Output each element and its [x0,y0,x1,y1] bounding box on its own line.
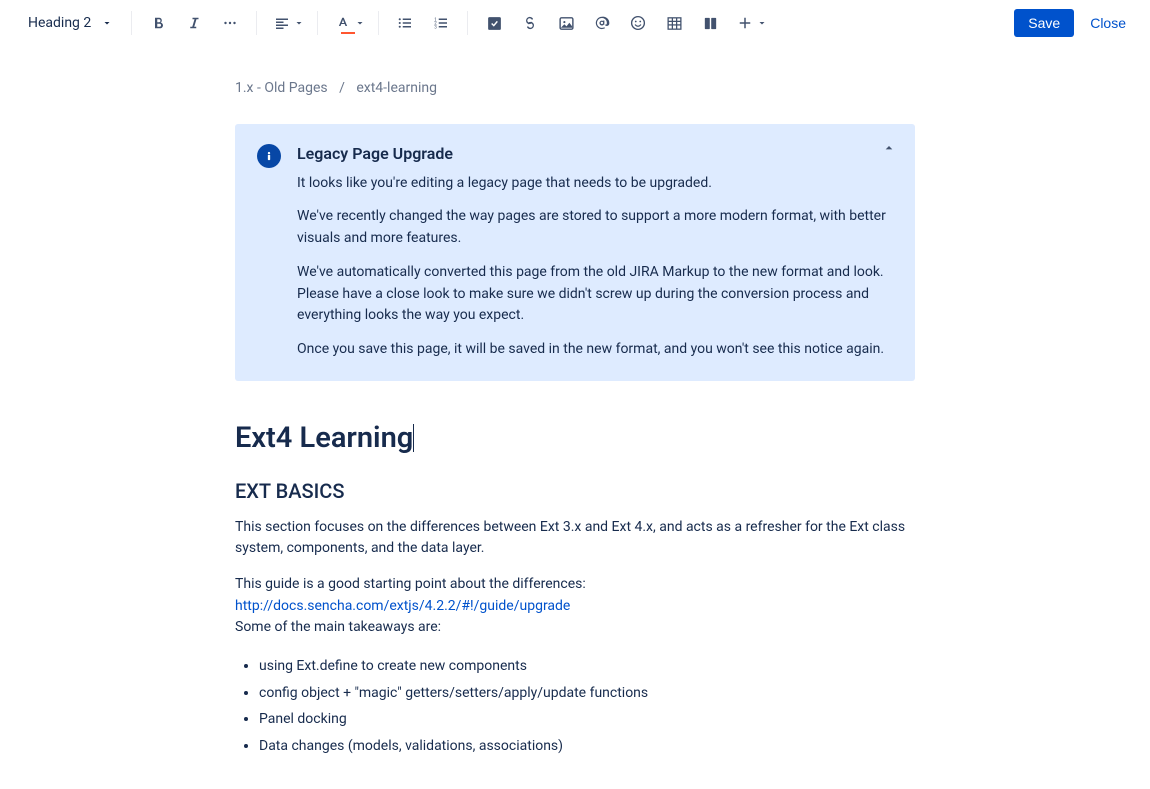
notice-paragraph: Once you save this page, it will be save… [297,339,893,361]
section-heading[interactable]: EXT BASICS [235,479,915,503]
editor-content[interactable]: 1.x - Old Pages / ext4-learning Legacy P… [235,80,915,759]
chevron-down-icon [101,17,113,29]
notice-paragraph: It looks like you're editing a legacy pa… [297,173,893,195]
text-style-label: Heading 2 [28,15,91,31]
divider [317,11,318,35]
text-color-swatch [341,32,355,34]
more-icon [221,14,239,32]
italic-icon [185,14,203,32]
page-title[interactable]: Ext4 Learning [235,421,413,455]
toolbar-left: Heading 2 123 [20,7,1010,39]
bold-button[interactable] [142,7,174,39]
list-item[interactable]: Panel docking [259,706,915,733]
legacy-upgrade-notice: Legacy Page Upgrade It looks like you're… [235,124,915,381]
breadcrumb-parent[interactable]: 1.x - Old Pages [235,80,328,96]
table-button[interactable] [658,7,690,39]
takeaways-list[interactable]: using Ext.define to create new component… [235,653,915,759]
text-style-dropdown[interactable]: Heading 2 [20,11,121,35]
notice-paragraph: We've recently changed the way pages are… [297,206,893,249]
editor-toolbar: Heading 2 123 [0,0,1150,46]
paragraph[interactable]: This section focuses on the differences … [235,517,915,560]
chevron-down-icon [293,17,305,29]
chevron-down-icon [756,17,768,29]
plus-icon [736,14,754,32]
divider [131,11,132,35]
divider [467,11,468,35]
bullet-list-button[interactable] [389,7,421,39]
list-item[interactable]: Data changes (models, validations, assoc… [259,733,915,760]
mention-button[interactable] [586,7,618,39]
text-color-dropdown[interactable] [328,7,368,39]
notice-body: Legacy Page Upgrade It looks like you're… [297,142,893,361]
emoji-button[interactable] [622,7,654,39]
divider [256,11,257,35]
breadcrumb: 1.x - Old Pages / ext4-learning [235,80,915,96]
list-item[interactable]: config object + "magic" getters/setters/… [259,680,915,707]
collapse-button[interactable] [881,140,897,160]
bullet-list-icon [396,14,414,32]
text-color-icon [334,14,352,32]
numbered-list-button[interactable]: 123 [425,7,457,39]
image-button[interactable] [550,7,582,39]
toolbar-right: Save Close [1014,9,1130,37]
guide-link[interactable]: http://docs.sencha.com/extjs/4.2.2/#!/gu… [235,598,570,614]
notice-title: Legacy Page Upgrade [297,142,893,167]
svg-text:3: 3 [435,24,438,30]
table-icon [666,15,683,32]
paragraph-text: Some of the main takeaways are: [235,619,441,635]
link-icon [521,14,539,32]
image-icon [558,15,575,32]
layouts-icon [702,15,719,32]
italic-button[interactable] [178,7,210,39]
breadcrumb-current: ext4-learning [356,80,437,96]
paragraph[interactable]: This guide is a good starting point abou… [235,574,915,639]
bold-icon [149,14,167,32]
chevron-down-icon [354,17,366,29]
checkbox-icon [486,15,503,32]
action-item-button[interactable] [478,7,510,39]
insert-dropdown[interactable] [730,7,770,39]
emoji-icon [629,14,647,32]
close-button[interactable]: Close [1086,9,1130,37]
align-left-icon [273,14,291,32]
alignment-dropdown[interactable] [267,7,307,39]
list-item[interactable]: using Ext.define to create new component… [259,653,915,680]
info-icon [257,144,281,168]
notice-paragraph: We've automatically converted this page … [297,262,893,327]
mention-icon [593,14,611,32]
save-button[interactable]: Save [1014,9,1074,37]
divider [378,11,379,35]
more-formatting-button[interactable] [214,7,246,39]
link-button[interactable] [514,7,546,39]
layouts-button[interactable] [694,7,726,39]
paragraph-text: This guide is a good starting point abou… [235,576,586,592]
chevron-up-icon [881,140,897,156]
breadcrumb-separator: / [339,80,345,96]
numbered-list-icon: 123 [432,14,450,32]
